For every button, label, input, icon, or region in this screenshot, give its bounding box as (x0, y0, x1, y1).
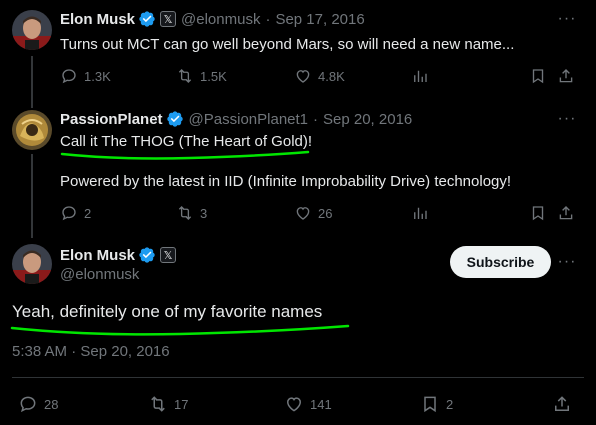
bookmark-icon (424, 396, 436, 413)
repost-icon (178, 69, 192, 83)
author-handle[interactable]: @PassionPlanet1 (189, 111, 308, 128)
heart-icon (296, 70, 310, 83)
repost-button[interactable]: 1.5K (176, 67, 227, 85)
reply-button[interactable]: 2 (60, 204, 91, 222)
like-count: 141 (310, 396, 332, 412)
repost-count: 3 (200, 205, 208, 221)
reply-count: 2 (84, 205, 92, 221)
x-badge-icon: 𝕏 (160, 247, 177, 263)
x-badge-icon: 𝕏 (160, 11, 177, 27)
share-button[interactable] (552, 394, 572, 414)
avatar[interactable] (12, 10, 52, 50)
verified-badge-icon[interactable] (138, 246, 156, 264)
like-count: 4.8K (318, 68, 345, 84)
divider (12, 377, 584, 378)
author-handle[interactable]: @elonmusk (181, 11, 260, 28)
reply-icon (62, 206, 76, 221)
thread-line (31, 56, 33, 108)
tweet-text-line2: Powered by the latest in IID (Infinite I… (60, 173, 512, 190)
heart-icon (286, 397, 302, 412)
author-handle[interactable]: @elonmusk (60, 266, 139, 283)
author-name[interactable]: Elon Musk (60, 247, 135, 264)
tweet-date[interactable]: Sep 20, 2016 (323, 111, 412, 128)
repost-icon (178, 206, 192, 220)
verified-badge-icon[interactable] (138, 10, 156, 28)
verified-badge-icon[interactable] (166, 110, 184, 128)
share-button[interactable] (557, 67, 575, 85)
share-icon (559, 69, 573, 83)
author-name[interactable]: Elon Musk (60, 11, 135, 28)
reply-count: 1.3K (84, 68, 111, 84)
bookmark-button[interactable]: 2 (420, 394, 453, 414)
views-chart-icon (414, 207, 427, 219)
views-chart-icon (414, 70, 427, 82)
like-count: 26 (318, 205, 333, 221)
separator: · (313, 110, 319, 128)
reply-button[interactable]: 1.3K (60, 67, 111, 85)
reply-button[interactable]: 28 (18, 394, 58, 414)
more-options-icon[interactable]: ··· (557, 252, 577, 272)
repost-count: 17 (174, 396, 189, 412)
tweet-text: Turns out MCT can go well beyond Mars, s… (60, 36, 515, 53)
avatar[interactable] (12, 110, 52, 150)
separator: · (265, 10, 271, 28)
share-icon (559, 206, 573, 220)
subscribe-button[interactable]: Subscribe (450, 246, 551, 278)
tweet-header: Elon Musk 𝕏 (60, 246, 177, 264)
share-button[interactable] (557, 204, 575, 222)
tweet-actions: 2 3 26 (60, 204, 580, 224)
views-button[interactable] (411, 204, 429, 222)
author-handle-row: @elonmusk (60, 266, 139, 283)
avatar[interactable] (12, 244, 52, 284)
share-icon (555, 396, 569, 411)
repost-button[interactable]: 17 (148, 394, 188, 414)
more-options-icon[interactable]: ··· (557, 109, 577, 129)
green-underline-annotation (60, 150, 310, 160)
repost-count: 1.5K (200, 68, 227, 84)
bookmark-icon (532, 69, 544, 84)
bookmark-icon (532, 206, 544, 221)
repost-button[interactable]: 3 (176, 204, 207, 222)
reply-icon (62, 69, 76, 84)
thread-line (31, 154, 33, 238)
tweet-actions: 1.3K 1.5K 4.8K (60, 67, 580, 87)
like-button[interactable]: 26 (294, 204, 332, 222)
main-tweet-actions: 28 17 141 2 (12, 394, 584, 414)
reply-icon (20, 396, 36, 413)
like-button[interactable]: 4.8K (294, 67, 345, 85)
bookmark-count: 2 (446, 396, 454, 412)
tweet-timestamp[interactable]: 5:38 AM · Sep 20, 2016 (12, 343, 170, 360)
reply-count: 28 (44, 396, 59, 412)
heart-icon (296, 207, 310, 220)
like-button[interactable]: 141 (284, 394, 332, 414)
tweet-date[interactable]: Sep 17, 2016 (275, 11, 364, 28)
tweet-header: Elon Musk 𝕏 @elonmusk · Sep 17, 2016 (60, 10, 365, 28)
main-tweet-text: Yeah, definitely one of my favorite name… (12, 302, 323, 321)
repost-icon (151, 396, 165, 412)
author-name[interactable]: PassionPlanet (60, 111, 163, 128)
bookmark-button[interactable] (529, 67, 547, 85)
views-button[interactable] (411, 67, 429, 85)
more-options-icon[interactable]: ··· (557, 9, 577, 29)
bookmark-button[interactable] (529, 204, 547, 222)
tweet-header: PassionPlanet @PassionPlanet1 · Sep 20, … (60, 110, 412, 128)
green-underline-annotation (10, 324, 350, 336)
